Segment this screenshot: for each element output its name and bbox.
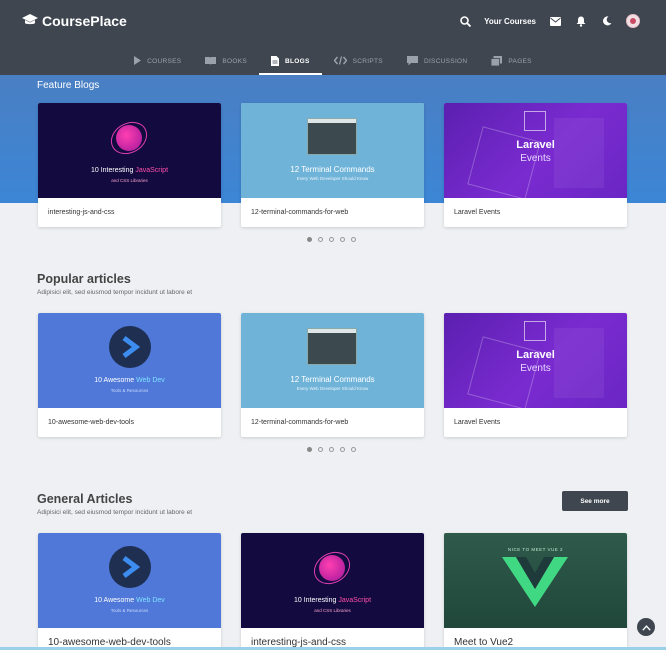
thumb-headline: Laravel bbox=[516, 349, 555, 361]
pager-dot[interactable] bbox=[340, 447, 345, 452]
general-subtitle: Adipisici elit, sed eiusmod tempor incid… bbox=[37, 509, 192, 516]
mail-icon[interactable] bbox=[548, 14, 562, 28]
clock-orb-graphic bbox=[116, 125, 142, 151]
pager-dot[interactable] bbox=[351, 447, 356, 452]
blog-card[interactable]: 12 Terminal Commands Every Web Developer… bbox=[241, 103, 424, 227]
popular-pager bbox=[307, 447, 362, 452]
moon-icon[interactable] bbox=[600, 14, 614, 28]
avatar[interactable] bbox=[626, 14, 640, 28]
card-title[interactable]: 12-terminal-commands-for-web bbox=[251, 419, 348, 426]
blog-card[interactable]: 10 Awesome Web Dev Tools & Resources 10-… bbox=[38, 533, 221, 650]
thumbnail-vue: NICE TO MEET VUE 2 bbox=[444, 533, 627, 628]
chat-icon bbox=[406, 55, 424, 68]
blog-card[interactable]: 10 Awesome Web Dev Tools & Resources 10-… bbox=[38, 313, 221, 437]
thumb-headline: 10 Awesome Web Dev bbox=[94, 377, 165, 384]
thumb-headline: 10 Interesting JavaScript bbox=[90, 167, 169, 174]
main-nav: COURSES BOOKS BLOGS SCRIPTS DISCUSSION P… bbox=[0, 48, 666, 75]
thumb-headline: 10 Awesome Web Dev bbox=[94, 597, 165, 604]
general-title: General Articles bbox=[37, 492, 133, 506]
thumb-headline: 10 Interesting JavaScript bbox=[293, 597, 372, 604]
nav-books[interactable]: BOOKS bbox=[193, 48, 259, 75]
thumb-subline: and CSS Libraries bbox=[314, 608, 351, 613]
card-title[interactable]: Laravel Events bbox=[454, 209, 500, 216]
thumb-subline: Events bbox=[520, 153, 551, 164]
nav-label: COURSES bbox=[147, 58, 182, 65]
logo-text: CoursePlace bbox=[42, 13, 127, 29]
nav-pages[interactable]: PAGES bbox=[479, 48, 543, 75]
vue-logo-icon bbox=[502, 557, 568, 612]
graduation-cap-icon bbox=[22, 13, 42, 29]
card-title[interactable]: 10-awesome-web-dev-tools bbox=[48, 419, 134, 426]
thumbnail-webdev: 10 Awesome Web Dev Tools & Resources bbox=[38, 313, 221, 408]
nav-discussion[interactable]: DISCUSSION bbox=[395, 48, 479, 75]
thumb-subline: Tools & Resources bbox=[110, 388, 149, 393]
blog-card[interactable]: NICE TO MEET VUE 2 Meet to Vue2 bbox=[444, 533, 627, 650]
nav-label: BOOKS bbox=[222, 58, 248, 65]
thumbnail-js: 10 Interesting JavaScript and CSS Librar… bbox=[241, 533, 424, 628]
blog-card[interactable]: Laravel Events Laravel Events bbox=[444, 313, 627, 437]
pager-dot[interactable] bbox=[340, 237, 345, 242]
nav-label: BLOGS bbox=[285, 58, 310, 65]
pager-dot[interactable] bbox=[307, 237, 312, 242]
thumb-headline: Laravel bbox=[516, 139, 555, 151]
bell-icon[interactable] bbox=[574, 14, 588, 28]
thumb-headline: 12 Terminal Commands bbox=[290, 375, 375, 384]
nav-scripts[interactable]: SCRIPTS bbox=[322, 48, 395, 75]
logo[interactable]: CoursePlace bbox=[22, 12, 127, 30]
thumb-subline: Every Web Developer Should Know bbox=[296, 386, 369, 391]
thumb-subline: Tools & Resources bbox=[110, 608, 149, 613]
nav-label: SCRIPTS bbox=[352, 58, 383, 65]
thumbnail-terminal: 12 Terminal Commands Every Web Developer… bbox=[241, 313, 424, 408]
nav-blogs[interactable]: BLOGS bbox=[259, 48, 322, 75]
thumbnail-laravel: Laravel Events bbox=[444, 313, 627, 408]
pager-dot[interactable] bbox=[318, 447, 323, 452]
thumbnail-terminal: 12 Terminal Commands Every Web Developer… bbox=[241, 103, 424, 198]
nav-courses[interactable]: COURSES bbox=[122, 48, 193, 75]
card-title[interactable]: interesting-js-and-css bbox=[48, 209, 115, 216]
blog-card[interactable]: 10 Interesting JavaScript and CSS Librar… bbox=[38, 103, 221, 227]
search-icon[interactable] bbox=[458, 14, 472, 28]
thumb-subline: Every Web Developer Should Know bbox=[296, 176, 369, 181]
card-title[interactable]: Laravel Events bbox=[454, 419, 500, 426]
thumbnail-laravel: Laravel Events bbox=[444, 103, 627, 198]
thumb-kicker: NICE TO MEET VUE 2 bbox=[507, 547, 563, 552]
play-icon bbox=[134, 56, 147, 67]
terminal-window-graphic bbox=[307, 118, 357, 155]
blog-card[interactable]: 10 Interesting JavaScript and CSS Librar… bbox=[241, 533, 424, 650]
book-icon bbox=[205, 56, 222, 67]
see-more-button[interactable]: See more bbox=[562, 491, 628, 511]
scroll-to-top-button[interactable] bbox=[637, 618, 655, 636]
document-icon bbox=[271, 55, 285, 68]
your-courses-link[interactable]: Your Courses bbox=[484, 17, 536, 26]
pager-dot[interactable] bbox=[329, 237, 334, 242]
feature-blogs-title: Feature Blogs bbox=[37, 80, 100, 91]
pager-dot[interactable] bbox=[329, 447, 334, 452]
thumbnail-webdev: 10 Awesome Web Dev Tools & Resources bbox=[38, 533, 221, 628]
nav-label: PAGES bbox=[508, 58, 532, 65]
top-header: CoursePlace Your Courses COURSES BOOKS B… bbox=[0, 0, 666, 75]
pager-dot[interactable] bbox=[307, 447, 312, 452]
nav-label: DISCUSSION bbox=[423, 58, 468, 65]
calendar-icon bbox=[524, 111, 546, 131]
chevron-logo-icon bbox=[109, 546, 151, 588]
thumbnail-js: 10 Interesting JavaScript and CSS Librar… bbox=[38, 103, 221, 198]
pager-dot[interactable] bbox=[351, 237, 356, 242]
terminal-window-graphic bbox=[307, 328, 357, 365]
chevron-logo-icon bbox=[109, 326, 151, 368]
clock-orb-graphic bbox=[319, 555, 345, 581]
thumb-headline: 12 Terminal Commands bbox=[290, 165, 375, 174]
popular-subtitle: Adipisici elit, sed eiusmod tempor incid… bbox=[37, 289, 192, 296]
code-icon bbox=[333, 56, 353, 67]
blog-card[interactable]: Laravel Events Laravel Events bbox=[444, 103, 627, 227]
blog-card[interactable]: 12 Terminal Commands Every Web Developer… bbox=[241, 313, 424, 437]
featured-pager bbox=[307, 237, 362, 242]
popular-title: Popular articles bbox=[37, 272, 131, 286]
thumb-subline: Events bbox=[520, 363, 551, 374]
chevron-up-icon bbox=[641, 618, 651, 636]
card-title[interactable]: 12-terminal-commands-for-web bbox=[251, 209, 348, 216]
thumb-subline: and CSS Libraries bbox=[111, 178, 148, 183]
pager-dot[interactable] bbox=[318, 237, 323, 242]
calendar-icon bbox=[524, 321, 546, 341]
pages-icon bbox=[491, 55, 508, 68]
